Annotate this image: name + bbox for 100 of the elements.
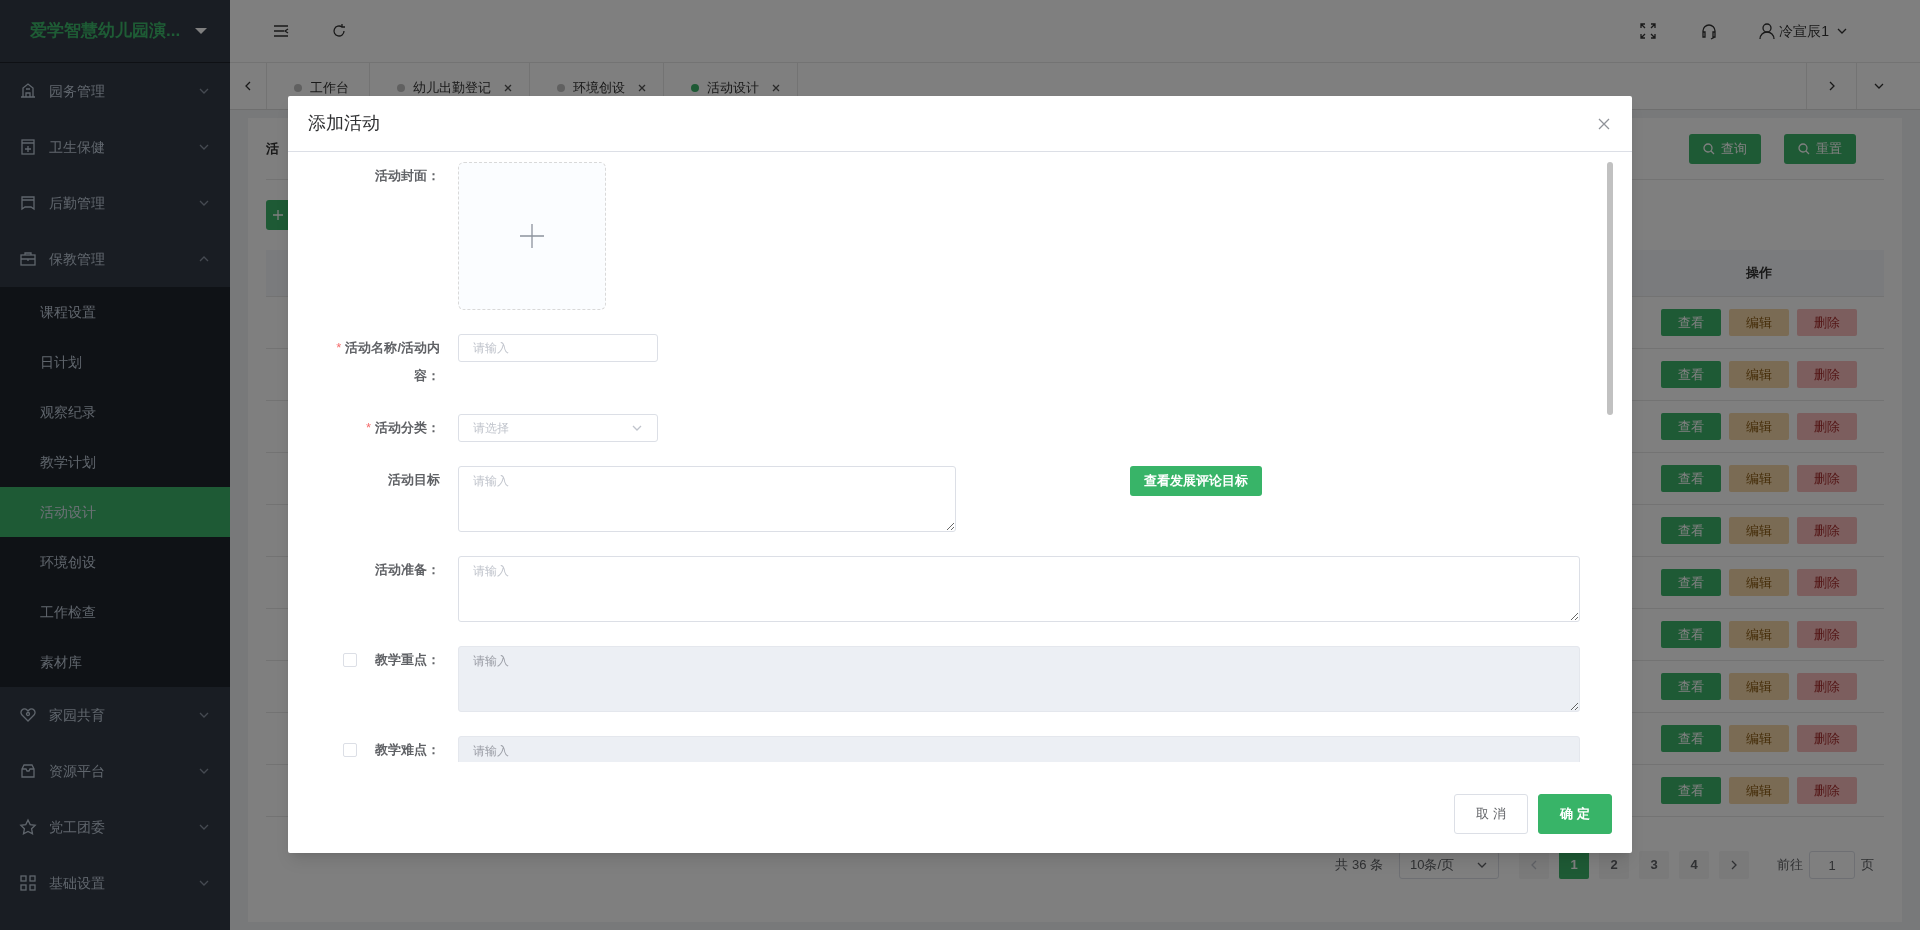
sidebar-subitem[interactable]: 素材库 xyxy=(0,637,230,687)
field-label: 教学重点： xyxy=(375,652,440,667)
view-button[interactable]: 查看 xyxy=(1661,621,1721,648)
edit-button[interactable]: 编辑 xyxy=(1729,569,1789,596)
medical-kit-icon xyxy=(19,138,37,156)
edit-button[interactable]: 编辑 xyxy=(1729,361,1789,388)
sidebar-subitem[interactable]: 观察纪录 xyxy=(0,387,230,437)
dialog-title: 添加活动 xyxy=(308,112,381,135)
goto-suffix: 页 xyxy=(1861,856,1874,875)
input-field[interactable]: 请输入 xyxy=(458,334,658,362)
filter-label: 活 xyxy=(266,139,279,158)
caret-icon[interactable] xyxy=(194,27,208,35)
page-button[interactable]: 3 xyxy=(1639,851,1669,879)
view-button[interactable]: 查看 xyxy=(1661,777,1721,804)
view-button[interactable]: 查看 xyxy=(1661,725,1721,752)
sidebar-subitem[interactable]: 日计划 xyxy=(0,337,230,387)
page-button[interactable]: 4 xyxy=(1679,851,1709,879)
select-field[interactable]: 请选择 xyxy=(458,414,658,442)
sidebar-item[interactable]: 党工团委 xyxy=(0,799,230,855)
goto-label: 前往 xyxy=(1777,856,1803,875)
field-label: 活动分类： xyxy=(375,420,440,435)
plus-icon xyxy=(520,224,544,248)
edit-button[interactable]: 编辑 xyxy=(1729,413,1789,440)
view-button[interactable]: 查看 xyxy=(1661,673,1721,700)
app-logo-title: 爱学智慧幼儿园演... xyxy=(30,20,181,43)
sidebar-item[interactable]: 卫生保健 xyxy=(0,119,230,175)
sidebar-item[interactable]: 后勤管理 xyxy=(0,175,230,231)
total-count: 共 36 条 xyxy=(1335,856,1383,875)
goto-page-field[interactable]: 1 xyxy=(1809,851,1855,879)
heart-icon xyxy=(19,706,37,724)
delete-button[interactable]: 删除 xyxy=(1797,465,1857,492)
search-button[interactable]: 重置 xyxy=(1784,133,1856,164)
text-area[interactable]: 请输入 xyxy=(458,466,956,532)
field-label: 活动目标 xyxy=(388,472,440,487)
sidebar-item[interactable]: 家园共育 xyxy=(0,687,230,743)
fullscreen-icon[interactable] xyxy=(1639,22,1658,40)
building-icon xyxy=(19,82,37,100)
refresh-icon[interactable] xyxy=(330,22,348,40)
view-button[interactable]: 查看 xyxy=(1661,361,1721,388)
edit-button[interactable]: 编辑 xyxy=(1729,465,1789,492)
required-mark: * xyxy=(365,420,371,435)
field-label: 活动准备： xyxy=(375,562,440,577)
edit-button[interactable]: 编辑 xyxy=(1729,517,1789,544)
view-button[interactable]: 查看 xyxy=(1661,309,1721,336)
tray-icon xyxy=(19,194,37,212)
field-label: 活动封面： xyxy=(375,168,440,183)
inbox-icon xyxy=(19,762,37,780)
search-icon xyxy=(1798,142,1810,155)
page-button[interactable]: 2 xyxy=(1599,851,1629,879)
briefcase-icon xyxy=(19,250,37,268)
delete-button[interactable]: 删除 xyxy=(1797,309,1857,336)
close-icon[interactable] xyxy=(503,83,513,93)
delete-button[interactable]: 删除 xyxy=(1797,413,1857,440)
delete-button[interactable]: 删除 xyxy=(1797,673,1857,700)
sidebar-item[interactable]: 保教管理 xyxy=(0,231,230,287)
delete-button[interactable]: 删除 xyxy=(1797,725,1857,752)
field-label: 活动名称/活动内容： xyxy=(345,340,440,383)
view-button[interactable]: 查看 xyxy=(1661,413,1721,440)
delete-button[interactable]: 删除 xyxy=(1797,517,1857,544)
delete-button[interactable]: 删除 xyxy=(1797,361,1857,388)
headset-icon[interactable] xyxy=(1700,21,1719,41)
edit-button[interactable]: 编辑 xyxy=(1729,309,1789,336)
view-button[interactable]: 查看 xyxy=(1661,517,1721,544)
close-icon[interactable] xyxy=(637,83,647,93)
edit-button[interactable]: 编辑 xyxy=(1729,621,1789,648)
user-menu[interactable]: 冷宣辰1 xyxy=(1758,20,1848,42)
scrollbar-thumb[interactable] xyxy=(1607,162,1613,415)
delete-button[interactable]: 删除 xyxy=(1797,777,1857,804)
field-label: 教学难点： xyxy=(375,742,440,757)
cancel-button[interactable]: 取 消 xyxy=(1454,793,1528,834)
view-goals-button[interactable]: 查看发展评论目标 xyxy=(1130,466,1262,496)
user-icon xyxy=(1758,22,1777,40)
sidebar-subitem[interactable]: 环境创设 xyxy=(0,537,230,587)
sidebar-subitem[interactable]: 教学计划 xyxy=(0,437,230,487)
column-header: 操作 xyxy=(1746,264,1772,283)
delete-button[interactable]: 删除 xyxy=(1797,621,1857,648)
text-area[interactable]: 请输入 xyxy=(458,556,1580,622)
edit-button[interactable]: 编辑 xyxy=(1729,777,1789,804)
star-icon xyxy=(19,818,37,836)
plus-icon xyxy=(272,209,284,221)
delete-button[interactable]: 删除 xyxy=(1797,569,1857,596)
search-button[interactable]: 查询 xyxy=(1689,133,1761,164)
sidebar-item[interactable]: 基础设置 xyxy=(0,855,230,911)
search-icon xyxy=(1703,142,1715,155)
edit-button[interactable]: 编辑 xyxy=(1729,725,1789,752)
confirm-button[interactable]: 确 定 xyxy=(1538,793,1612,834)
page-button[interactable]: 1 xyxy=(1559,851,1589,879)
sidebar-item[interactable]: 园务管理 xyxy=(0,63,230,119)
view-button[interactable]: 查看 xyxy=(1661,569,1721,596)
prev-page-button[interactable] xyxy=(1519,851,1549,879)
view-button[interactable]: 查看 xyxy=(1661,465,1721,492)
menu-fold-icon[interactable] xyxy=(272,22,290,40)
grid-icon xyxy=(19,874,37,892)
sidebar-subitem[interactable]: 课程设置 xyxy=(0,287,230,337)
edit-button[interactable]: 编辑 xyxy=(1729,673,1789,700)
close-icon[interactable] xyxy=(1598,117,1610,130)
sidebar-subitem[interactable]: 活动设计 xyxy=(0,487,230,537)
close-icon[interactable] xyxy=(771,83,781,93)
sidebar-item[interactable]: 资源平台 xyxy=(0,743,230,799)
sidebar-subitem[interactable]: 工作检查 xyxy=(0,587,230,637)
